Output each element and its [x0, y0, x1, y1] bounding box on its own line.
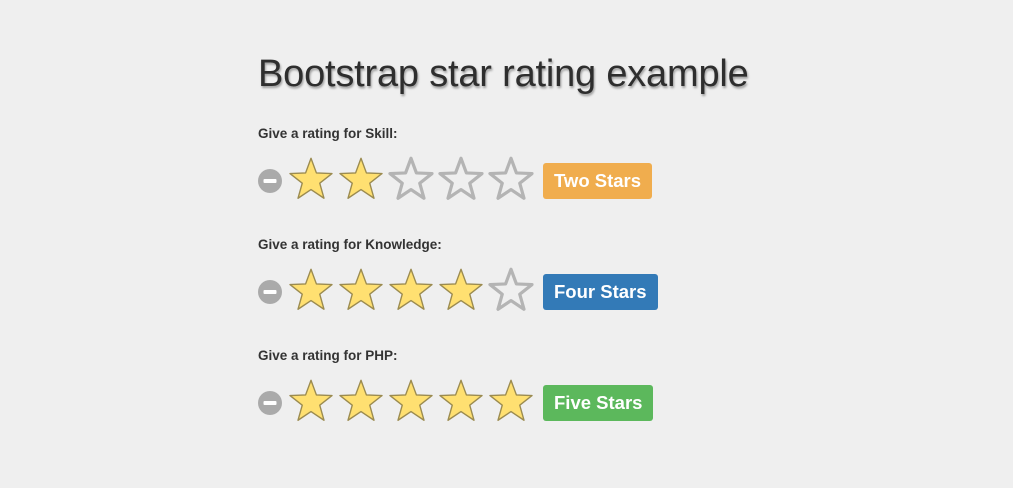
- star-filled-icon[interactable]: [338, 378, 384, 424]
- rating-php: Give a rating for PHP: Five Stars: [258, 348, 858, 424]
- rating-skill: Give a rating for Skill: Two Stars: [258, 126, 858, 202]
- star-filled-icon[interactable]: [338, 267, 384, 313]
- star-filled-icon[interactable]: [288, 156, 334, 202]
- minus-circle-icon[interactable]: [258, 280, 282, 304]
- star-outline-icon[interactable]: [488, 156, 534, 202]
- star-filled-icon[interactable]: [288, 378, 334, 424]
- rating-knowledge: Give a rating for Knowledge: Four Stars: [258, 237, 858, 313]
- star-outline-icon[interactable]: [388, 156, 434, 202]
- star-rating-input-skill[interactable]: Two Stars: [258, 156, 858, 202]
- rating-caption-php: Five Stars: [543, 385, 654, 421]
- minus-circle-icon[interactable]: [258, 391, 282, 415]
- star-filled-icon[interactable]: [438, 267, 484, 313]
- star-filled-icon[interactable]: [288, 267, 334, 313]
- star-filled-icon[interactable]: [438, 378, 484, 424]
- star-filled-icon[interactable]: [388, 378, 434, 424]
- star-filled-icon[interactable]: [338, 156, 384, 202]
- star-outline-icon[interactable]: [438, 156, 484, 202]
- rating-caption-skill: Two Stars: [543, 163, 653, 199]
- minus-circle-icon[interactable]: [258, 169, 282, 193]
- rating-caption-knowledge: Four Stars: [543, 274, 658, 310]
- main-container: Bootstrap star rating example Give a rat…: [258, 50, 858, 421]
- page-title: Bootstrap star rating example: [258, 53, 749, 95]
- rating-label-skill: Give a rating for Skill:: [258, 126, 398, 141]
- star-rating-input-php[interactable]: Five Stars: [258, 378, 858, 424]
- star-rating-input-knowledge[interactable]: Four Stars: [258, 267, 858, 313]
- rating-label-php: Give a rating for PHP:: [258, 348, 398, 363]
- star-filled-icon[interactable]: [388, 267, 434, 313]
- star-outline-icon[interactable]: [488, 267, 534, 313]
- rating-label-knowledge: Give a rating for Knowledge:: [258, 237, 442, 252]
- star-filled-icon[interactable]: [488, 378, 534, 424]
